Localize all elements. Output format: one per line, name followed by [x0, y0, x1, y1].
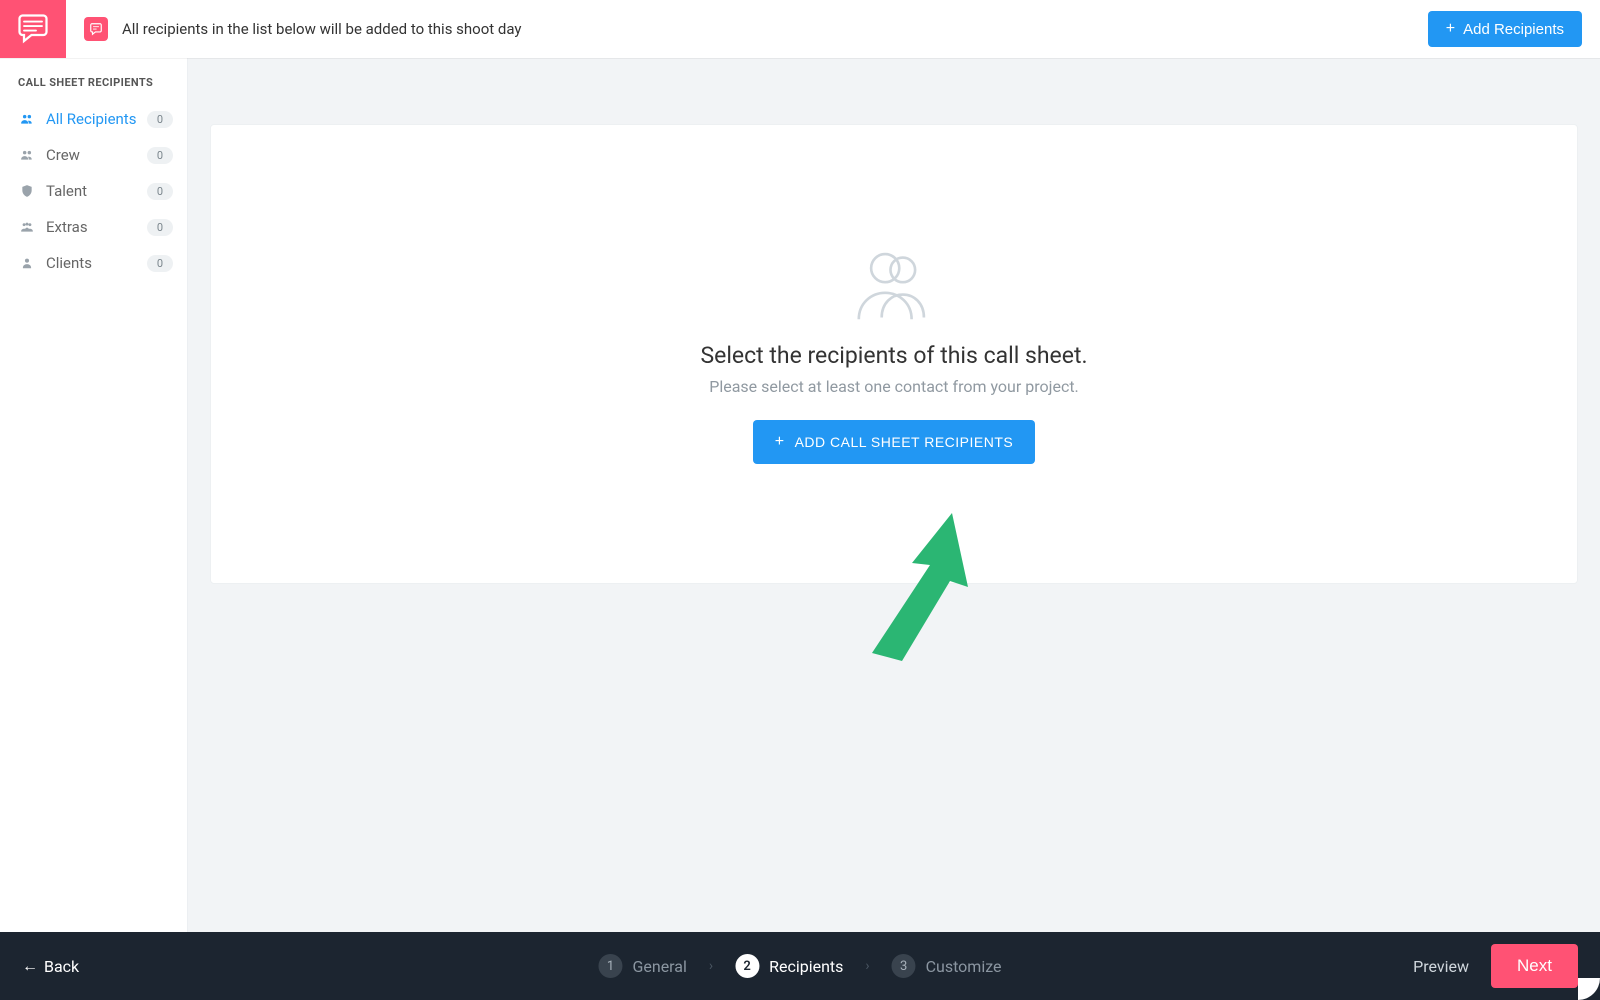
- add-recipients-label: Add Recipients: [1463, 21, 1564, 38]
- sidebar: CALL SHEET RECIPIENTS All Recipients 0 C…: [0, 58, 188, 932]
- footer: ← Back 1 General › 2 Recipients › 3 Cust…: [0, 932, 1600, 1000]
- chevron-right-icon: ›: [709, 958, 713, 974]
- topbar: All recipients in the list below will be…: [0, 0, 1600, 58]
- people-icon: [18, 148, 36, 162]
- person-icon: [18, 256, 36, 270]
- back-button[interactable]: ← Back: [22, 956, 79, 976]
- add-call-sheet-recipients-label: ADD CALL SHEET RECIPIENTS: [795, 434, 1014, 450]
- step-number: 2: [735, 954, 759, 978]
- step-label: General: [632, 957, 686, 976]
- sidebar-item-crew[interactable]: Crew 0: [0, 137, 187, 173]
- preview-button[interactable]: Preview: [1413, 957, 1469, 976]
- next-button[interactable]: Next: [1491, 944, 1578, 988]
- step-number: 1: [598, 954, 622, 978]
- group-icon: [18, 220, 36, 234]
- topbar-info-text: All recipients in the list below will be…: [122, 20, 522, 38]
- chevron-right-icon: ›: [865, 958, 869, 974]
- sidebar-item-all-recipients[interactable]: All Recipients 0: [0, 101, 187, 137]
- step-number: 3: [892, 954, 916, 978]
- sidebar-item-count: 0: [147, 183, 173, 200]
- sidebar-item-count: 0: [147, 111, 173, 128]
- step-label: Customize: [926, 957, 1002, 976]
- main-content: Select the recipients of this call sheet…: [188, 58, 1600, 932]
- call-sheet-icon: [84, 17, 108, 41]
- sidebar-title: CALL SHEET RECIPIENTS: [0, 58, 187, 101]
- sidebar-item-label: Talent: [46, 182, 147, 200]
- people-icon: [18, 112, 36, 126]
- sidebar-item-count: 0: [147, 255, 173, 272]
- step-recipients[interactable]: 2 Recipients: [735, 954, 843, 978]
- app-logo[interactable]: [0, 0, 66, 58]
- back-label: Back: [44, 957, 79, 976]
- sidebar-item-clients[interactable]: Clients 0: [0, 245, 187, 281]
- step-customize[interactable]: 3 Customize: [892, 954, 1002, 978]
- empty-state-card: Select the recipients of this call sheet…: [210, 124, 1578, 584]
- sidebar-item-label: Clients: [46, 254, 147, 272]
- sidebar-item-extras[interactable]: Extras 0: [0, 209, 187, 245]
- add-recipients-button[interactable]: + Add Recipients: [1428, 11, 1582, 47]
- plus-icon: +: [1446, 21, 1455, 37]
- plus-icon: +: [775, 434, 785, 450]
- sidebar-item-talent[interactable]: Talent 0: [0, 173, 187, 209]
- step-label: Recipients: [769, 957, 843, 976]
- empty-heading: Select the recipients of this call sheet…: [700, 342, 1087, 369]
- shield-icon: [18, 184, 36, 198]
- sidebar-item-count: 0: [147, 219, 173, 236]
- people-placeholder-icon: [850, 244, 938, 324]
- sidebar-item-count: 0: [147, 147, 173, 164]
- sidebar-item-label: Crew: [46, 146, 147, 164]
- empty-subtext: Please select at least one contact from …: [709, 377, 1079, 396]
- step-general[interactable]: 1 General: [598, 954, 686, 978]
- arrow-left-icon: ←: [22, 956, 38, 976]
- add-call-sheet-recipients-button[interactable]: + ADD CALL SHEET RECIPIENTS: [753, 420, 1036, 464]
- wizard-steps: 1 General › 2 Recipients › 3 Customize: [598, 954, 1001, 978]
- sidebar-item-label: Extras: [46, 218, 147, 236]
- sidebar-item-label: All Recipients: [46, 110, 147, 128]
